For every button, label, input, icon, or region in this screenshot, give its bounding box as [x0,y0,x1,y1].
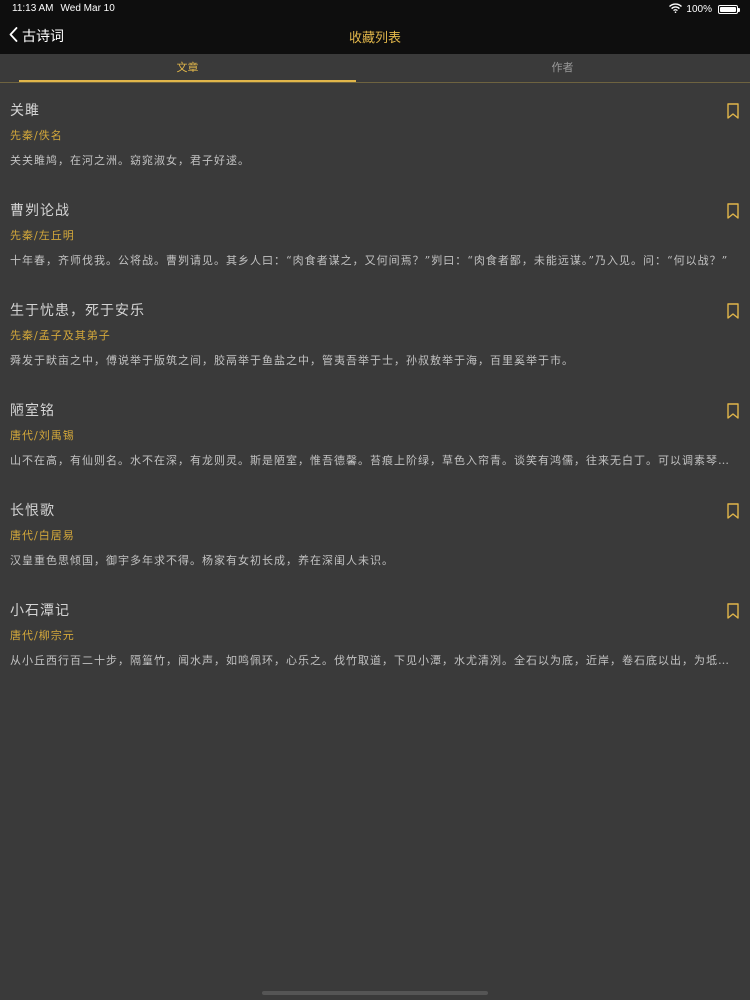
item-excerpt: 关关雎鸠，在河之洲。窈窕淑女，君子好逑。 [10,154,250,167]
battery-icon [718,5,740,14]
home-indicator [262,991,488,995]
item-title: 曹刿论战 [10,203,70,219]
bookmark-icon[interactable] [727,303,739,319]
wifi-icon [669,3,683,16]
bookmark-icon[interactable] [727,403,739,419]
list-item[interactable]: 小石潭记唐代/柳宗元从小丘西行百二十步，隔篁竹，闻水声，如鸣佩环，心乐之。伐竹取… [0,583,750,683]
status-date: Wed Mar 10 [60,3,115,14]
item-excerpt: 从小丘西行百二十步，隔篁竹，闻水声，如鸣佩环，心乐之。伐竹取道，下见小潭，水尤清… [10,654,732,667]
item-title: 小石潭记 [10,603,70,619]
item-author: 唐代/柳宗元 [10,629,75,642]
list-item[interactable]: 生于忧患，死于安乐 先秦/孟子及其弟子舜发于畎亩之中，傅说举于版筑之间，胶鬲举于鱼… [0,283,750,383]
item-title: 陋室铭 [10,403,55,419]
bookmark-icon[interactable] [727,603,739,619]
list-item[interactable]: 长恨歌唐代/白居易汉皇重色思倾国，御宇多年求不得。杨家有女初长成，养在深闺人未识… [0,483,750,583]
list-item[interactable]: 曹刿论战先秦/左丘明十年春，齐师伐我。公将战。曹刿请见。其乡人曰：“肉食者谋之，… [0,183,750,283]
list-item[interactable]: 陋室铭唐代/刘禹锡山不在高，有仙则名。水不在深，有龙则灵。斯是陋室，惟吾德馨。苔… [0,383,750,483]
item-author: 唐代/刘禹锡 [10,429,75,442]
item-excerpt: 汉皇重色思倾国，御宇多年求不得。杨家有女初长成，养在深闺人未识。 [10,554,394,567]
tab-bar: 文章 作者 [0,54,750,83]
tab-indicator [19,80,356,82]
status-right: 100% [669,3,740,16]
bookmark-icon[interactable] [727,103,739,119]
tab-articles[interactable]: 文章 [0,54,375,82]
battery-tip [738,8,740,12]
status-bar: 11:13 AM Wed Mar 10 100% [0,0,750,18]
item-title: 关雎 [10,103,40,119]
item-excerpt: 舜发于畎亩之中，傅说举于版筑之间，胶鬲举于鱼盐之中，管夷吾举于士，孙叔敖举于海，… [10,354,574,367]
item-author: 唐代/白居易 [10,529,75,542]
tab-authors[interactable]: 作者 [375,54,750,82]
item-excerpt: 十年春，齐师伐我。公将战。曹刿请见。其乡人曰：“肉食者谋之，又何间焉？”刿曰：“… [10,254,729,267]
list-item[interactable]: 关雎先秦/佚名关关雎鸠，在河之洲。窈窕淑女，君子好逑。 [0,83,750,183]
item-title: 生于忧患，死于安乐 [10,303,145,319]
nav-bar: 古诗词 收藏列表 [0,18,750,54]
item-author: 先秦/孟子及其弟子 [10,329,111,342]
status-time: 11:13 AM [12,3,54,14]
battery-percent: 100% [686,4,712,15]
page-title: 收藏列表 [348,31,401,46]
bookmark-icon[interactable] [727,503,739,519]
battery-fill [720,7,736,12]
bookmark-icon[interactable] [727,203,739,219]
favorites-list: 关雎先秦/佚名关关雎鸠，在河之洲。窈窕淑女，君子好逑。 曹刿论战先秦/左丘明十年春… [0,83,750,683]
item-excerpt: 山不在高，有仙则名。水不在深，有龙则灵。斯是陋室，惟吾德馨。苔痕上阶绿，草色入帘… [10,454,732,467]
screen: 11:13 AM Wed Mar 10 100% 古诗词 收藏列表 文章 作者 … [0,0,750,1000]
item-author: 先秦/佚名 [10,129,63,142]
item-title: 长恨歌 [10,503,55,519]
status-left: 11:13 AM Wed Mar 10 [12,3,115,14]
item-author: 先秦/左丘明 [10,229,75,242]
